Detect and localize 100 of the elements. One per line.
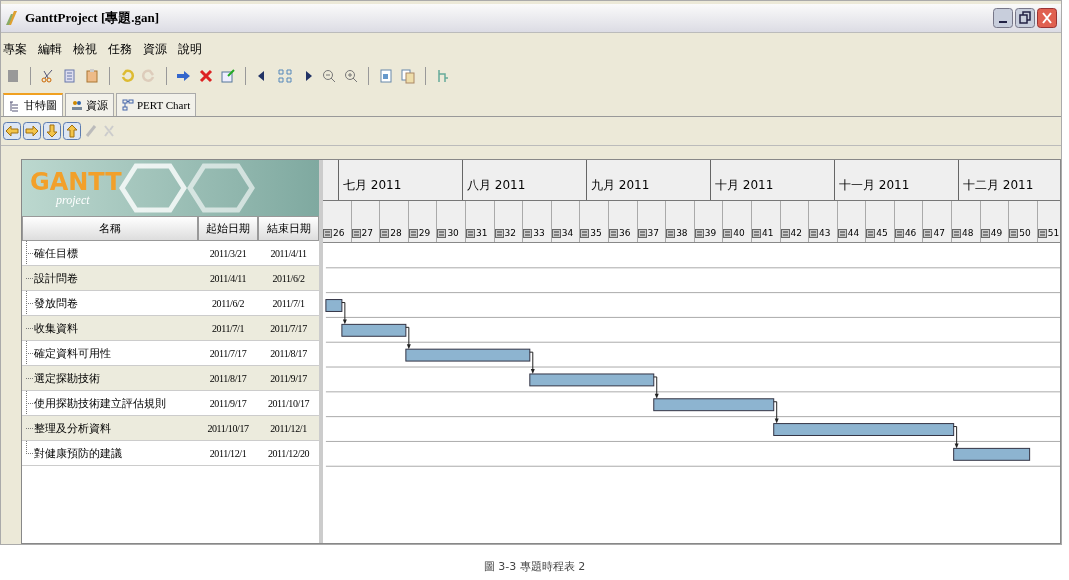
task-name[interactable]: 選定探勘技術 xyxy=(22,370,198,386)
zoom-in-icon[interactable] xyxy=(343,68,359,84)
minimize-button[interactable] xyxy=(993,8,1013,28)
menu-item[interactable]: 編輯 xyxy=(38,41,62,57)
menu-item[interactable]: 專案 xyxy=(3,41,27,57)
paste-icon[interactable] xyxy=(84,68,100,84)
menu-item[interactable]: 檢視 xyxy=(73,41,97,57)
right-arrow-icon[interactable] xyxy=(176,68,192,84)
month-header: 八月 2011 xyxy=(462,160,586,200)
task-list-icon xyxy=(9,99,21,112)
week-header: 27 xyxy=(351,200,381,243)
week-header: 30 xyxy=(437,200,466,243)
start-date: 2011/10/17 xyxy=(206,422,250,434)
week-header: 44 xyxy=(837,200,867,243)
task-bar[interactable] xyxy=(341,324,407,338)
week-header: 33 xyxy=(523,200,552,243)
copy-icon[interactable] xyxy=(62,68,78,84)
end-date: 2011/10/17 xyxy=(266,397,311,409)
task-bar[interactable] xyxy=(325,299,343,313)
task-name[interactable]: 確定資料可用性 xyxy=(22,345,198,361)
column-header[interactable]: 結束日期 xyxy=(258,216,319,241)
month-header: 十二月 2011 xyxy=(958,160,1060,200)
documents-icon[interactable] xyxy=(400,68,416,84)
task-bar[interactable] xyxy=(653,398,775,412)
task-name[interactable]: 收集資料 xyxy=(22,320,198,336)
start-date: 2011/8/17 xyxy=(208,372,248,384)
calendar-icon xyxy=(923,229,933,239)
calendar-icon xyxy=(1037,229,1047,239)
menu-item[interactable]: 任務 xyxy=(108,41,132,57)
week-header: 40 xyxy=(723,200,752,243)
column-header[interactable]: 起始日期 xyxy=(198,216,258,241)
up-arrow-icon[interactable] xyxy=(63,122,81,140)
start-date: 2011/7/17 xyxy=(208,347,248,359)
app-icon xyxy=(5,10,19,26)
dependency-arrow xyxy=(773,401,779,424)
edit-note-icon[interactable] xyxy=(220,68,236,84)
calendar-icon xyxy=(1009,229,1019,239)
week-header: 49 xyxy=(980,200,1010,243)
end-date: 2011/8/17 xyxy=(269,347,308,359)
dependency-arrow xyxy=(953,426,959,449)
zoom-out-icon[interactable] xyxy=(321,68,337,84)
calendar-icon xyxy=(809,229,819,239)
week-header: 31 xyxy=(465,200,495,243)
start-date: 2011/4/11 xyxy=(208,272,248,284)
calendar-icon xyxy=(751,229,761,239)
calendar-icon xyxy=(437,229,447,239)
dependency-arrow xyxy=(341,302,347,325)
start-date: 2011/9/17 xyxy=(208,397,248,409)
calendar-icon xyxy=(551,229,561,239)
blank-page-icon[interactable] xyxy=(5,68,21,84)
calendar-icon xyxy=(380,229,390,239)
month-header: 九月 2011 xyxy=(586,160,710,200)
week-header: 39 xyxy=(694,200,724,243)
down-arrow-icon[interactable] xyxy=(43,122,61,140)
task-name[interactable]: 對健康預防的建議 xyxy=(22,445,198,461)
document-icon[interactable] xyxy=(378,68,394,84)
task-name[interactable]: 設計問卷 xyxy=(22,270,198,286)
close-button[interactable] xyxy=(1037,8,1057,28)
calendar-icon xyxy=(837,229,847,239)
dependency-arrow xyxy=(529,352,535,375)
tab[interactable]: PERT Chart xyxy=(116,93,197,116)
close-icon[interactable] xyxy=(198,68,214,84)
week-header: 41 xyxy=(751,200,781,243)
week-header: 32 xyxy=(494,200,524,243)
calendar-icon xyxy=(494,229,504,239)
task-bar[interactable] xyxy=(773,423,955,437)
menu-item[interactable]: 資源 xyxy=(143,41,167,57)
calendar-icon xyxy=(465,229,475,239)
menu-item[interactable]: 說明 xyxy=(178,41,202,57)
calendar-icon xyxy=(408,229,418,239)
task-bar[interactable] xyxy=(953,448,1031,462)
calendar-icon xyxy=(980,229,990,239)
calendar-icon xyxy=(637,229,647,239)
calendar-icon xyxy=(666,229,676,239)
tab[interactable]: 資源 xyxy=(65,93,114,116)
week-header: 42 xyxy=(780,200,810,243)
month-header: 十月 2011 xyxy=(710,160,834,200)
grid-icon[interactable] xyxy=(277,68,293,84)
restore-button[interactable] xyxy=(1015,8,1035,28)
start-date: 2011/6/2 xyxy=(211,297,245,309)
branch-icon[interactable] xyxy=(435,68,451,84)
week-header: 47 xyxy=(923,200,953,243)
calendar-icon xyxy=(866,229,876,239)
right-arrow-icon[interactable] xyxy=(23,122,41,140)
end-date: 2011/4/11 xyxy=(269,247,308,259)
task-name[interactable]: 使用探勘技術建立評估規則 xyxy=(22,395,198,411)
task-name[interactable]: 確任目標 xyxy=(22,245,198,261)
tab[interactable]: 甘特圖 xyxy=(3,93,63,116)
dependency-arrow xyxy=(405,327,411,350)
calendar-icon xyxy=(894,229,904,239)
week-header: 28 xyxy=(380,200,409,243)
month-header: 十一月 2011 xyxy=(834,160,958,200)
network-icon xyxy=(122,99,134,111)
task-name[interactable]: 發放問卷 xyxy=(22,295,198,311)
dependency-arrow xyxy=(653,376,659,400)
left-arrow-icon[interactable] xyxy=(3,122,21,140)
column-header[interactable]: 名稱 xyxy=(22,216,198,241)
task-name[interactable]: 整理及分析資料 xyxy=(22,420,198,436)
calendar-icon xyxy=(780,229,790,239)
week-header: 48 xyxy=(952,200,981,243)
